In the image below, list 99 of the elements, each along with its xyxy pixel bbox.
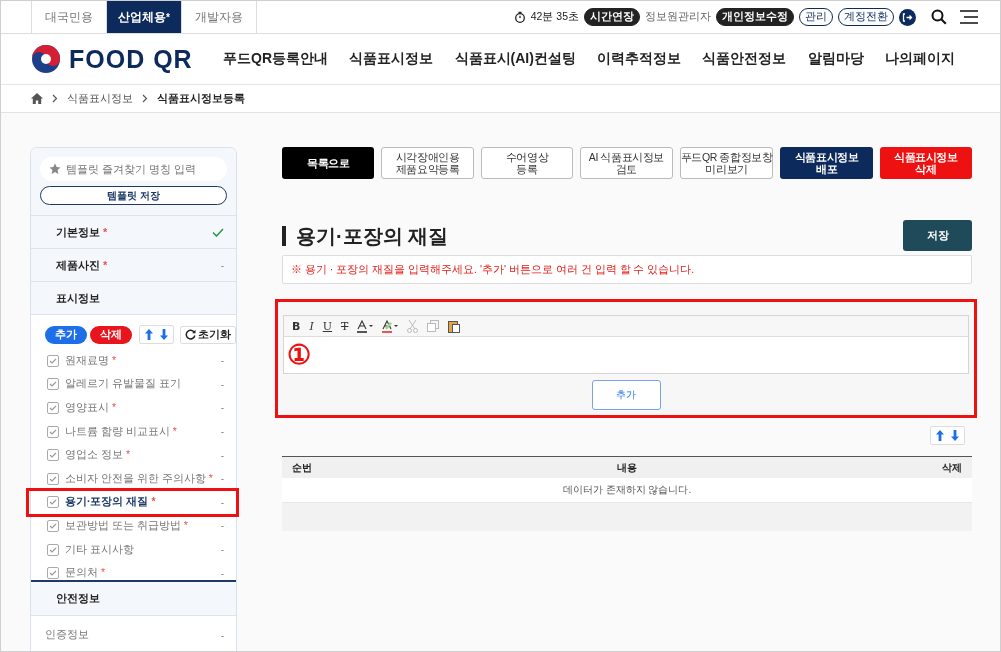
status-dash: - — [220, 520, 224, 532]
checkbox[interactable] — [47, 472, 59, 485]
chevron-icon — [142, 94, 148, 103]
status-dash: - — [220, 426, 224, 438]
safety-item-label[interactable]: 인증정보 — [45, 628, 221, 642]
logout-icon[interactable] — [899, 8, 916, 26]
session-timer: 42분 35초 — [530, 10, 579, 24]
home-icon[interactable] — [31, 93, 43, 104]
action-button[interactable]: 식품표시정보 삭제 — [879, 147, 972, 179]
nav-link[interactable]: 식품표시(AI)컨설팅 — [454, 50, 576, 68]
text-editor-field[interactable]: ① — [284, 337, 968, 373]
notice-text: ※ 용기 · 포장의 재질을 입력해주세요. '추가' 버튼으로 여러 건 입력 할 수 있습니다. — [291, 262, 695, 277]
taegeuk-logo-icon — [31, 44, 61, 74]
nav-link[interactable]: 식품표시정보 — [349, 50, 434, 68]
add-button[interactable]: 추가 — [45, 325, 87, 344]
checkbox[interactable] — [47, 519, 59, 532]
profile-button[interactable]: 개인정보수정 — [716, 8, 794, 26]
save-button[interactable]: 저장 — [903, 220, 972, 251]
empty-message: 데이터가 존재하지 않습니다. — [562, 483, 692, 497]
paste-icon[interactable] — [448, 319, 461, 333]
nav-link[interactable]: 푸드QR등록안내 — [223, 50, 328, 68]
status-dash: - — [220, 629, 224, 641]
menu-icon[interactable] — [960, 10, 978, 24]
annotation-number: ① — [287, 341, 311, 369]
logo-text[interactable]: FOOD QR — [69, 44, 193, 74]
strikethrough-button[interactable]: T — [341, 319, 349, 333]
nav-link[interactable]: 나의페이지 — [884, 50, 955, 68]
status-dash: - — [220, 449, 224, 461]
display-item-label[interactable]: 영업소 정보 * — [65, 448, 215, 463]
status-dash: - — [220, 259, 224, 271]
switch-account-button[interactable]: 계정전환 — [838, 8, 894, 26]
display-item-label[interactable]: 보관방법 또는 취급방법 * — [65, 518, 215, 533]
text-color-icon[interactable] — [357, 319, 374, 333]
checkbox[interactable] — [47, 378, 59, 391]
display-item-label[interactable]: 나트륨 함량 비교표시 * — [65, 424, 215, 439]
section-label[interactable]: 기본정보 * — [56, 224, 108, 240]
refresh-icon — [185, 329, 196, 340]
nav-link[interactable]: 이력추적정보 — [597, 50, 682, 68]
add-entry-button[interactable]: 추가 — [591, 380, 661, 410]
display-item-label[interactable]: 원재료명 * — [65, 353, 215, 368]
template-save-button[interactable]: 템플릿 저장 — [40, 186, 227, 205]
timer-icon — [513, 11, 526, 23]
copy-icon[interactable] — [427, 320, 440, 332]
nav-link[interactable]: 알림마당 — [807, 50, 864, 68]
checkbox[interactable] — [47, 496, 59, 509]
checkbox[interactable] — [47, 567, 59, 580]
scissors-icon[interactable] — [407, 319, 419, 333]
highlight-color-icon[interactable] — [382, 319, 399, 333]
column-header: 순번 — [292, 460, 312, 475]
action-button[interactable]: 식품표시정보 배포 — [780, 147, 873, 179]
display-item-label[interactable]: 용기·포장의 재질 * — [65, 495, 215, 510]
template-name-field[interactable]: 템플릿 즐겨찾기 명칭 입력 — [40, 157, 227, 181]
display-item-label[interactable]: 알레르기 유발물질 표기 — [65, 377, 215, 392]
bold-button[interactable]: B — [292, 319, 301, 333]
checkbox[interactable] — [47, 402, 59, 414]
action-button[interactable]: 목록으로 — [282, 147, 375, 179]
section-label[interactable]: 안전정보 — [56, 591, 100, 606]
status-dash: - — [220, 402, 224, 414]
manage-button[interactable]: 관리 — [799, 8, 833, 26]
nav-link[interactable]: 식품안전정보 — [702, 50, 787, 68]
arrow-down-icon[interactable] — [951, 430, 959, 441]
action-button[interactable]: 시각장애인용 제품요약등록 — [381, 147, 474, 179]
arrow-up-icon[interactable] — [145, 329, 153, 340]
column-header: 삭제 — [942, 460, 962, 475]
display-item-label[interactable]: 기타 표시사항 — [65, 542, 215, 557]
display-item-label[interactable]: 문의처 * — [65, 566, 215, 581]
section-label[interactable]: 제품사진 * — [56, 257, 108, 273]
checkbox[interactable] — [47, 354, 59, 367]
user-name: 정보원관리자 — [645, 10, 711, 24]
extend-button[interactable]: 시간연장 — [584, 8, 640, 26]
breadcrumb-link[interactable]: 식품표시정보등록 — [157, 91, 245, 106]
status-dash: - — [220, 473, 224, 485]
action-button[interactable]: AI 식품표시정보 검토 — [580, 147, 673, 179]
action-button[interactable]: 푸드QR 종합정보창 미리보기 — [679, 147, 774, 179]
audience-tab[interactable]: 개발자용 — [181, 1, 257, 33]
italic-button[interactable]: I — [309, 319, 314, 333]
section-label[interactable]: 표시정보 — [56, 290, 100, 306]
status-dash: - — [220, 544, 224, 556]
arrow-up-icon[interactable] — [936, 430, 944, 441]
delete-button[interactable]: 삭제 — [90, 325, 132, 344]
star-icon — [49, 163, 61, 175]
section-title: 용기·포장의 재질 — [282, 225, 449, 246]
column-header: 내용 — [617, 460, 637, 475]
status-dash: - — [220, 378, 224, 390]
breadcrumb-link[interactable]: 식품표시정보 — [67, 91, 133, 106]
checkbox[interactable] — [47, 425, 59, 438]
arrow-down-icon[interactable] — [160, 329, 168, 340]
status-dash: - — [220, 355, 224, 367]
checkbox[interactable] — [47, 543, 59, 556]
search-icon[interactable] — [931, 9, 947, 25]
reset-button[interactable]: 초기화 — [180, 325, 236, 344]
display-item-label[interactable]: 소비자 안전을 위한 주의사항 * — [65, 471, 215, 486]
underline-button[interactable]: U — [322, 319, 333, 333]
action-button[interactable]: 수어영상 등록 — [480, 147, 574, 179]
status-dash: - — [220, 567, 224, 579]
status-dash: - — [220, 496, 224, 508]
display-item-label[interactable]: 영양표시 * — [65, 401, 215, 415]
checkbox[interactable] — [47, 449, 59, 462]
chevron-icon — [52, 94, 58, 103]
